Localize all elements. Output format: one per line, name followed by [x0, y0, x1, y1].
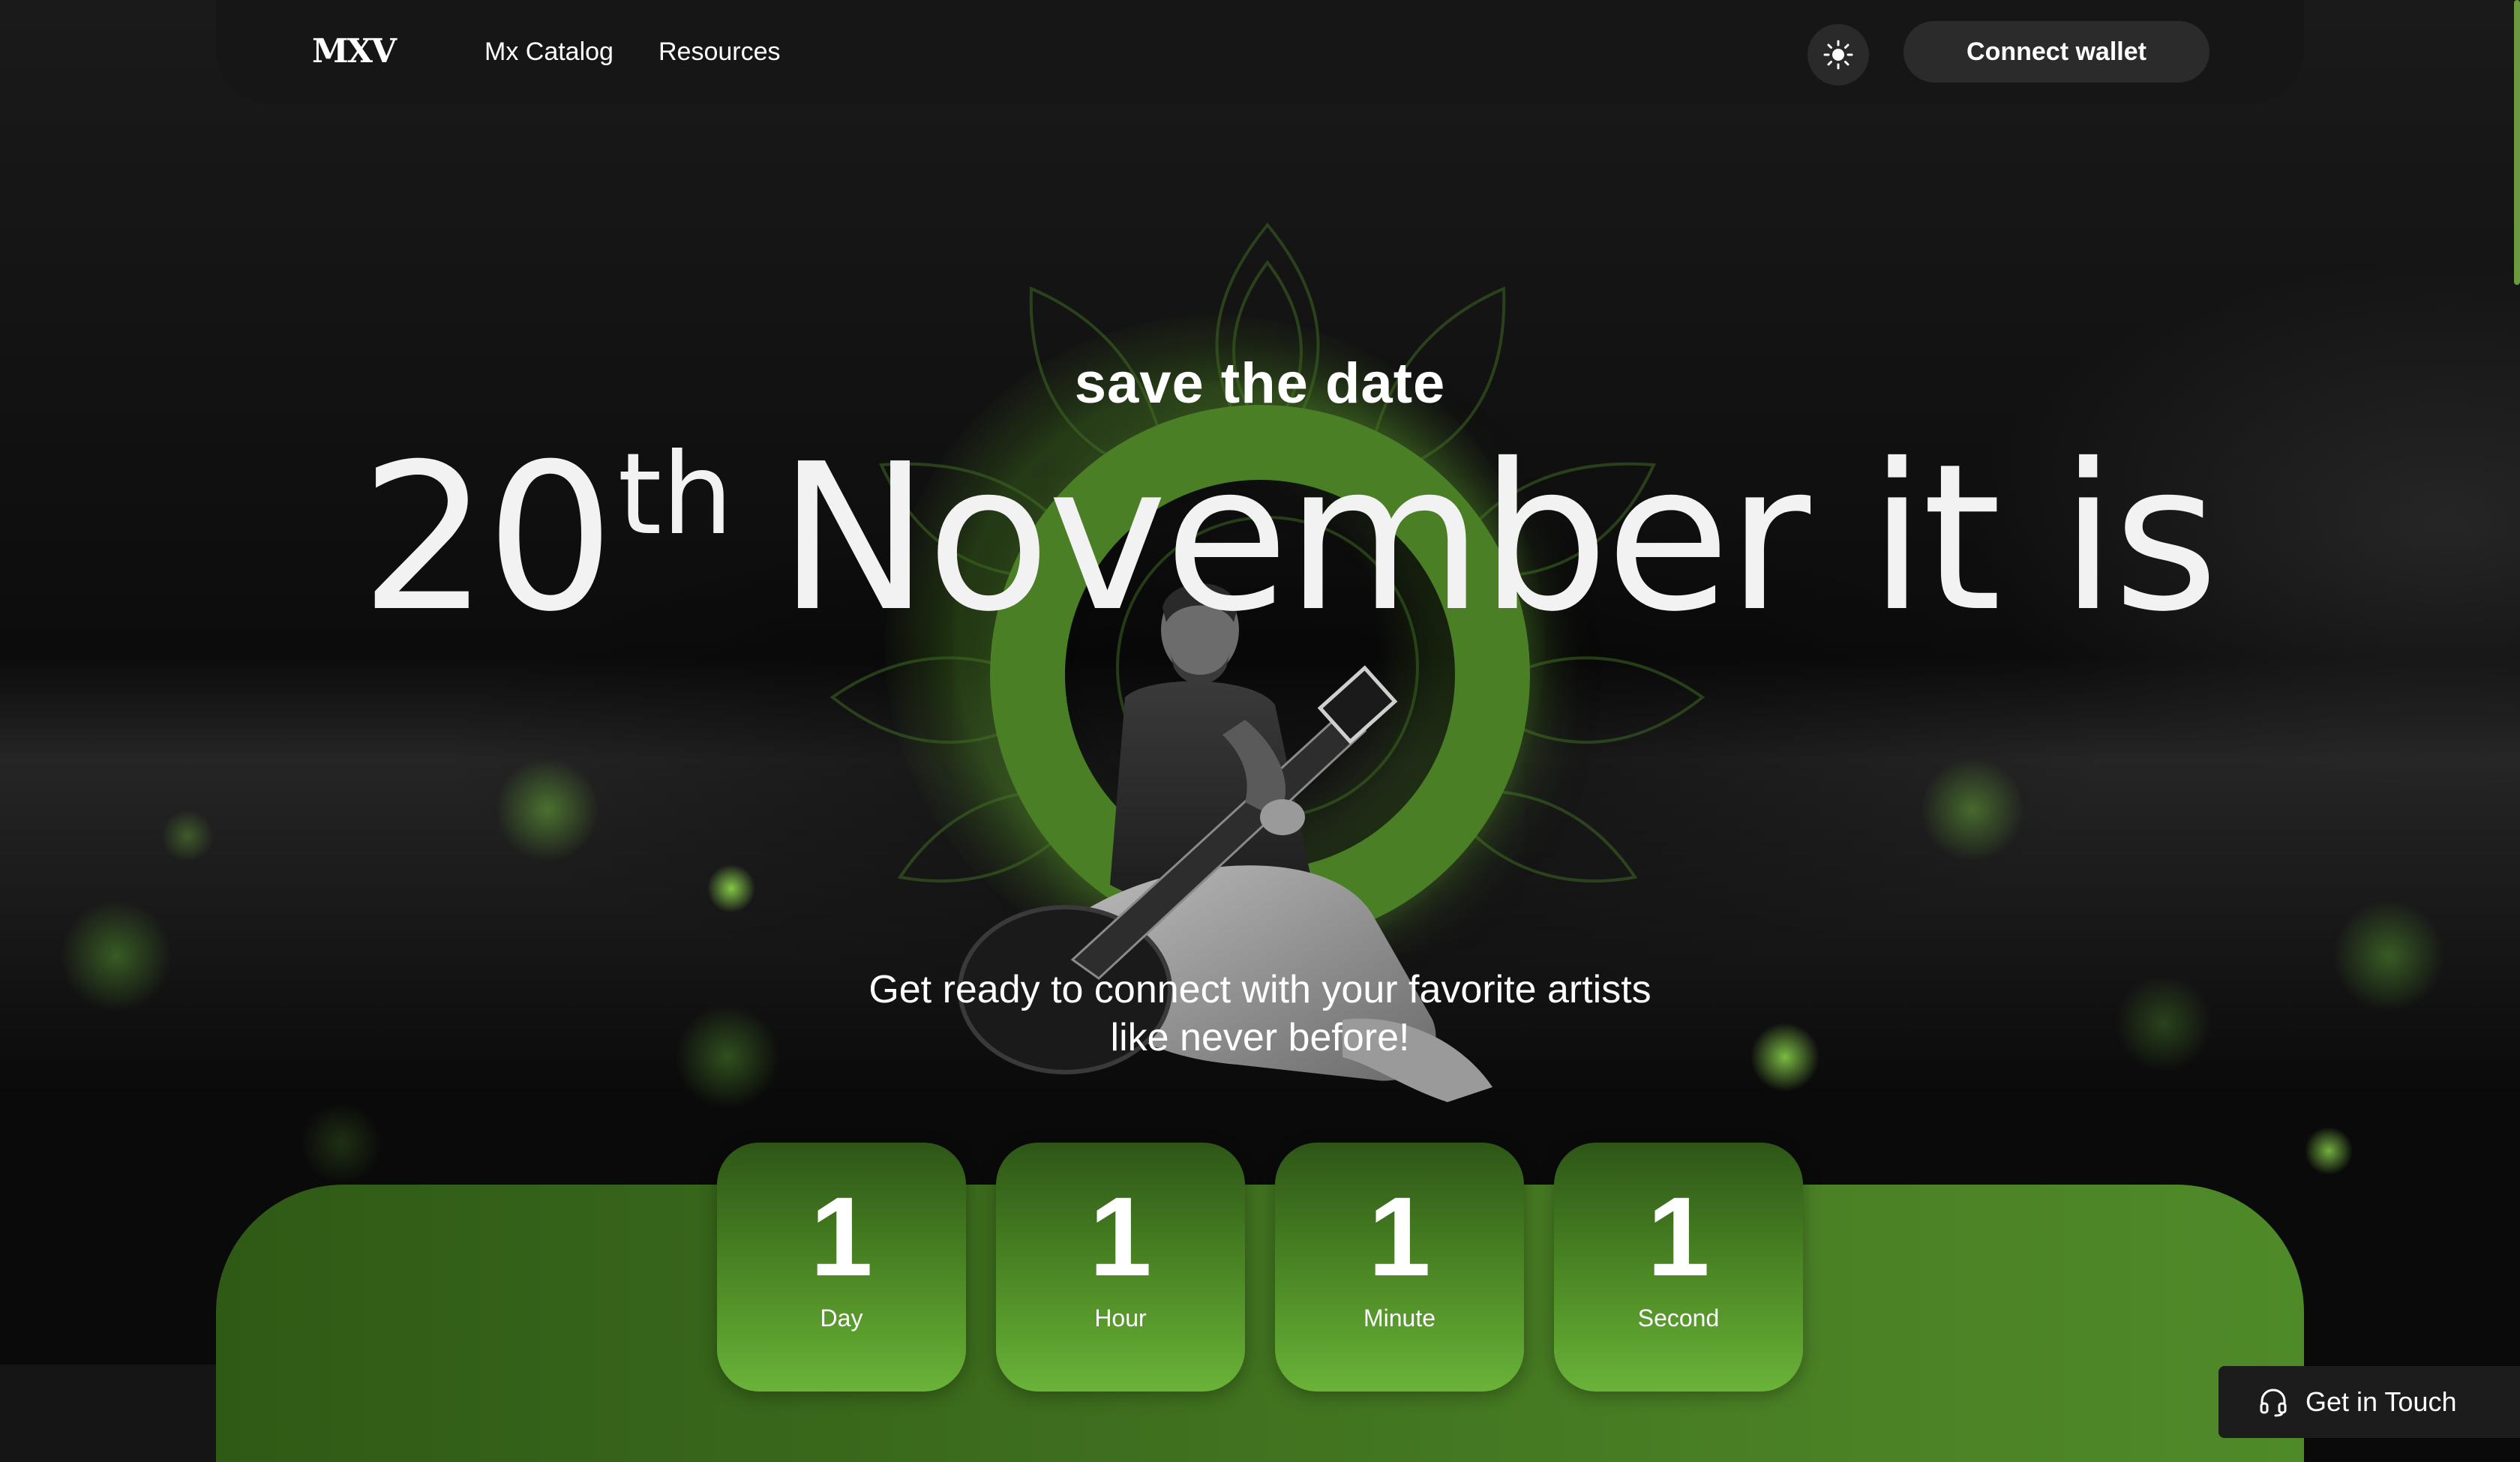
glow-particle — [1920, 757, 2025, 862]
countdown-day-value: 1 — [810, 1173, 873, 1299]
countdown-minute: 1 Minute — [1275, 1143, 1524, 1392]
site-header: MXV Mx Catalog Resources Connect wallet — [216, 0, 2304, 103]
headline-month: November it is — [778, 420, 2218, 656]
footer-strip — [0, 1365, 216, 1462]
countdown-day: 1 Day — [717, 1143, 966, 1392]
glow-particle — [705, 862, 758, 915]
headset-icon — [2260, 1389, 2287, 1417]
nav-mx-catalog[interactable]: Mx Catalog — [484, 33, 614, 70]
get-in-touch-label: Get in Touch — [2306, 1386, 2457, 1417]
countdown-hour-label: Hour — [1094, 1305, 1147, 1332]
mxv-logo[interactable]: MXV — [312, 33, 397, 70]
connect-wallet-button[interactable]: Connect wallet — [1904, 21, 2210, 82]
sun-icon — [1823, 40, 1853, 70]
headline-day-suffix: th — [617, 430, 734, 560]
headline-day: 20 — [360, 420, 615, 656]
countdown-day-label: Day — [820, 1305, 863, 1332]
countdown-second: 1 Second — [1554, 1143, 1803, 1392]
theme-toggle-button[interactable] — [1808, 24, 1869, 85]
tagline-line-1: Get ready to connect with your favorite … — [868, 968, 1652, 1011]
glow-particle — [300, 1102, 382, 1185]
countdown-minute-label: Minute — [1363, 1305, 1436, 1332]
countdown-minute-value: 1 — [1368, 1173, 1431, 1299]
scrollbar-thumb[interactable] — [2514, 0, 2520, 285]
nav-resources[interactable]: Resources — [658, 33, 781, 70]
hero-tagline: Get ready to connect with your favorite … — [0, 966, 2520, 1062]
sitar-player-image — [958, 583, 1492, 1102]
countdown-second-label: Second — [1637, 1305, 1720, 1332]
get-in-touch-button[interactable]: Get in Touch — [2218, 1366, 2520, 1438]
glow-particle — [495, 757, 600, 862]
hero-headline: 20th November it is — [360, 390, 2218, 643]
countdown-panel — [216, 1185, 2304, 1462]
glow-particle — [161, 810, 214, 862]
tagline-line-2: like never before! — [1110, 1016, 1410, 1059]
glow-particle — [2302, 1125, 2355, 1177]
countdown-second-value: 1 — [1647, 1173, 1710, 1299]
countdown-hour: 1 Hour — [996, 1143, 1245, 1392]
countdown-hour-value: 1 — [1089, 1173, 1152, 1299]
